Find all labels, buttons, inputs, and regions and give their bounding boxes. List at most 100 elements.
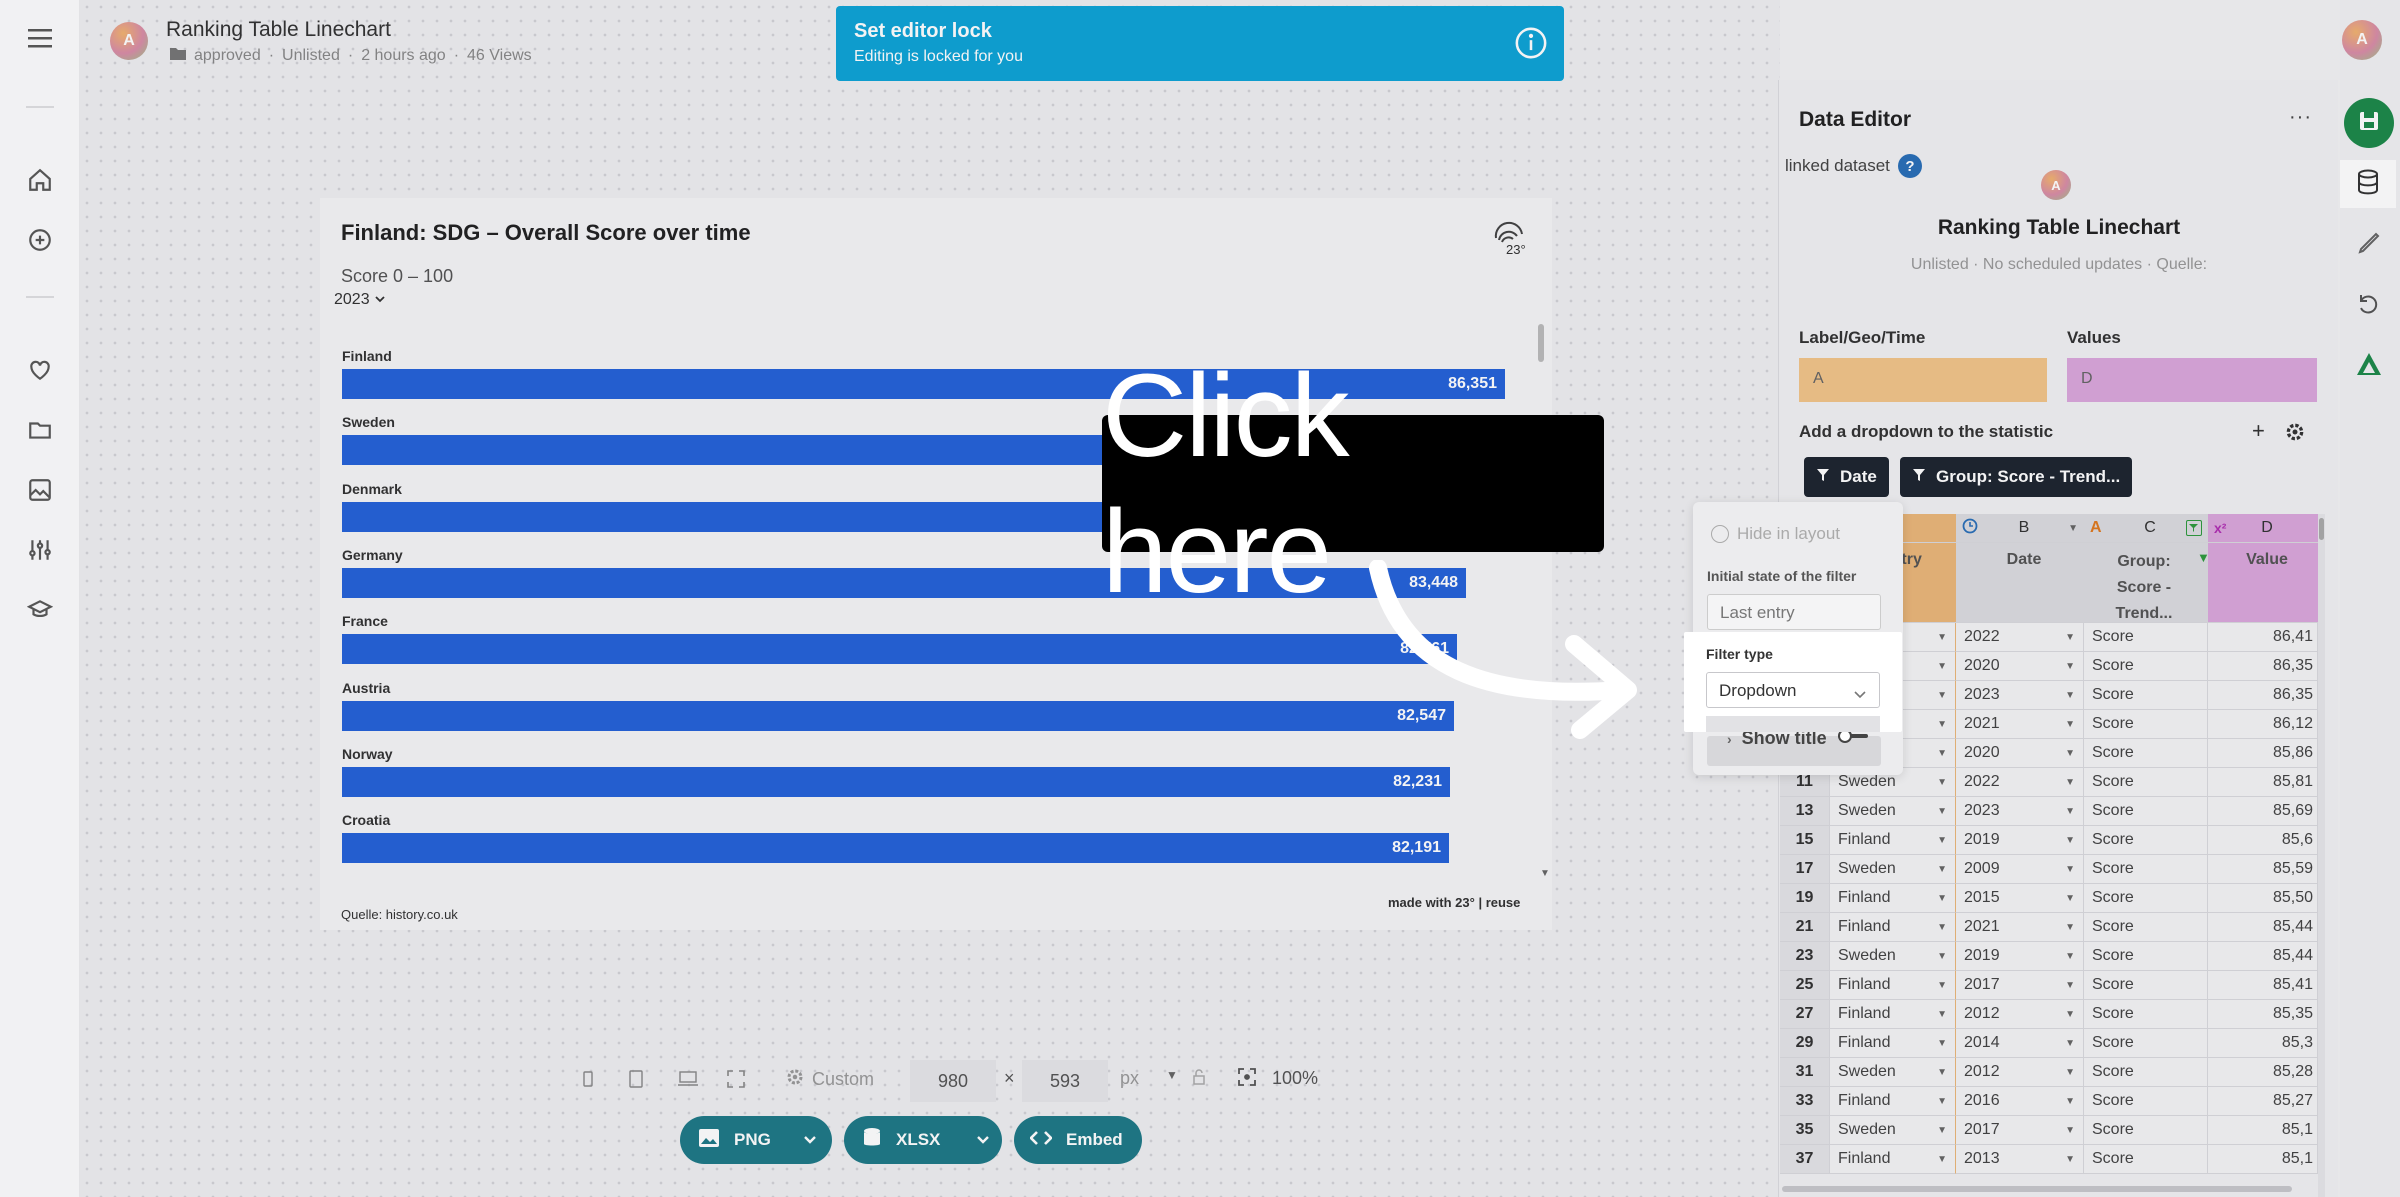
year-dropdown[interactable]: 2023 — [334, 291, 386, 309]
cell-date[interactable]: 2009 ▼ — [1956, 855, 2084, 884]
graduation-cap-icon[interactable] — [24, 594, 56, 626]
cell-value[interactable]: 85,6 — [2208, 826, 2318, 855]
column-header-date[interactable]: Date — [1956, 543, 2084, 623]
cell-value[interactable]: 85,59 — [2208, 855, 2318, 884]
cell-dropdown-icon[interactable]: ▼ — [2065, 690, 2075, 701]
cell-dropdown-icon[interactable]: ▼ — [2065, 1009, 2075, 1020]
save-button[interactable] — [2344, 98, 2394, 148]
cell-dropdown-icon[interactable]: ▼ — [1937, 835, 1947, 846]
cell-value[interactable]: 85,69 — [2208, 797, 2318, 826]
cell-dropdown-icon[interactable]: ▼ — [2065, 893, 2075, 904]
cell-dropdown-icon[interactable]: ▼ — [1937, 922, 1947, 933]
cell-country[interactable]: Sweden ▼ — [1830, 1116, 1956, 1145]
cell-dropdown-icon[interactable]: ▼ — [1937, 1125, 1947, 1136]
sliders-icon[interactable] — [24, 534, 56, 566]
bar[interactable]: 82,761 — [342, 634, 1457, 665]
publish-icon[interactable] — [2356, 352, 2382, 381]
cell-group[interactable]: Score — [2084, 855, 2208, 884]
row-number[interactable]: 27 — [1780, 1000, 1830, 1029]
lock-ratio-icon[interactable] — [1192, 1068, 1208, 1091]
cell-dropdown-icon[interactable]: ▼ — [1937, 748, 1947, 759]
tablet-size-icon[interactable] — [626, 1064, 646, 1094]
cell-country[interactable]: Finland ▼ — [1830, 1029, 1956, 1058]
cell-date[interactable]: 2023 ▼ — [1956, 797, 2084, 826]
unit-chevron-icon[interactable]: ▼ — [1166, 1068, 1178, 1082]
cell-date[interactable]: 2019 ▼ — [1956, 942, 2084, 971]
cell-date[interactable]: 2022 ▼ — [1956, 623, 2084, 652]
initial-state-select[interactable]: Last entry — [1707, 594, 1881, 630]
xlsx-export-button[interactable]: XLSX — [844, 1116, 1002, 1164]
cell-value[interactable]: 85,44 — [2208, 942, 2318, 971]
cell-date[interactable]: 2014 ▼ — [1956, 1029, 2084, 1058]
bar[interactable]: 82,231 — [342, 766, 1450, 797]
desktop-size-icon[interactable] — [676, 1064, 700, 1094]
cell-dropdown-icon[interactable]: ▼ — [2065, 1125, 2075, 1136]
row-number[interactable]: 23 — [1780, 942, 1830, 971]
menu-icon[interactable] — [24, 22, 56, 54]
cell-date[interactable]: 2012 ▼ — [1956, 1058, 2084, 1087]
cell-dropdown-icon[interactable]: ▼ — [2065, 835, 2075, 846]
cell-country[interactable]: Sweden ▼ — [1830, 855, 1956, 884]
cell-value[interactable]: 85,50 — [2208, 884, 2318, 913]
add-dropdown-button[interactable]: + — [2252, 418, 2265, 444]
cell-dropdown-icon[interactable]: ▼ — [2065, 951, 2075, 962]
cell-value[interactable]: 85,44 — [2208, 913, 2318, 942]
undo-icon[interactable] — [2356, 292, 2380, 321]
cell-group[interactable]: Score — [2084, 1087, 2208, 1116]
cell-value[interactable]: 86,41 — [2208, 623, 2318, 652]
cell-dropdown-icon[interactable]: ▼ — [1937, 1067, 1947, 1078]
cell-value[interactable]: 85,41 — [2208, 971, 2318, 1000]
cell-country[interactable]: Finland ▼ — [1830, 1000, 1956, 1029]
cell-group[interactable]: Score — [2084, 710, 2208, 739]
scroll-down-icon[interactable]: ▼ — [1540, 868, 1550, 879]
add-icon[interactable] — [24, 224, 56, 256]
values-column-field[interactable]: D — [2067, 358, 2317, 402]
cell-country[interactable]: Finland ▼ — [1830, 1087, 1956, 1116]
cell-value[interactable]: 86,35 — [2208, 681, 2318, 710]
filter-chip-date[interactable]: Date — [1804, 457, 1889, 497]
size-preset[interactable]: Custom — [786, 1068, 874, 1091]
cell-group[interactable]: Score — [2084, 1029, 2208, 1058]
user-avatar[interactable]: A — [2342, 20, 2382, 60]
cell-dropdown-icon[interactable]: ▼ — [2065, 1038, 2075, 1049]
image-icon[interactable] — [24, 474, 56, 506]
row-number[interactable]: 37 — [1780, 1145, 1830, 1174]
cell-group[interactable]: Score — [2084, 913, 2208, 942]
cell-dropdown-icon[interactable]: ▼ — [2065, 806, 2075, 817]
more-options-icon[interactable]: ··· — [2289, 106, 2312, 129]
cell-country[interactable]: Finland ▼ — [1830, 884, 1956, 913]
dataset-name[interactable]: Ranking Table Linechart — [1779, 216, 2339, 240]
height-input[interactable]: 593 — [1022, 1060, 1108, 1102]
cell-dropdown-icon[interactable]: ▼ — [2065, 1154, 2075, 1165]
cell-dropdown-icon[interactable]: ▼ — [1937, 1154, 1947, 1165]
row-number[interactable]: 35 — [1780, 1116, 1830, 1145]
chevron-down-icon[interactable] — [976, 1130, 990, 1150]
width-input[interactable]: 980 — [910, 1060, 996, 1102]
column-letter-c[interactable]: A C — [2084, 514, 2208, 543]
cell-country[interactable]: Finland ▼ — [1830, 971, 1956, 1000]
cell-group[interactable]: Score — [2084, 884, 2208, 913]
editor-lock-banner[interactable]: Set editor lock Editing is locked for yo… — [836, 6, 1564, 81]
cell-country[interactable]: Sweden ▼ — [1830, 797, 1956, 826]
row-number[interactable]: 13 — [1780, 797, 1830, 826]
cell-dropdown-icon[interactable]: ▼ — [1937, 690, 1947, 701]
row-number[interactable]: 25 — [1780, 971, 1830, 1000]
cell-date[interactable]: 2016 ▼ — [1956, 1087, 2084, 1116]
row-number[interactable]: 31 — [1780, 1058, 1830, 1087]
cell-country[interactable]: Finland ▼ — [1830, 826, 1956, 855]
cell-dropdown-icon[interactable]: ▼ — [1937, 661, 1947, 672]
bar[interactable]: 82,191 — [342, 833, 1449, 864]
cell-dropdown-icon[interactable]: ▼ — [1937, 864, 1947, 875]
row-number[interactable]: 29 — [1780, 1029, 1830, 1058]
cell-dropdown-icon[interactable]: ▼ — [2065, 748, 2075, 759]
cell-date[interactable]: 2015 ▼ — [1956, 884, 2084, 913]
bar[interactable]: 82,547 — [342, 700, 1454, 731]
column-menu-icon[interactable]: ▼ — [2068, 523, 2078, 534]
info-icon[interactable] — [1514, 26, 1548, 65]
column-letter-b[interactable]: B ▼ — [1956, 514, 2084, 543]
row-number[interactable]: 17 — [1780, 855, 1830, 884]
row-number[interactable]: 19 — [1780, 884, 1830, 913]
cell-dropdown-icon[interactable]: ▼ — [2065, 864, 2075, 875]
cell-group[interactable]: Score — [2084, 826, 2208, 855]
cell-dropdown-icon[interactable]: ▼ — [2065, 632, 2075, 643]
